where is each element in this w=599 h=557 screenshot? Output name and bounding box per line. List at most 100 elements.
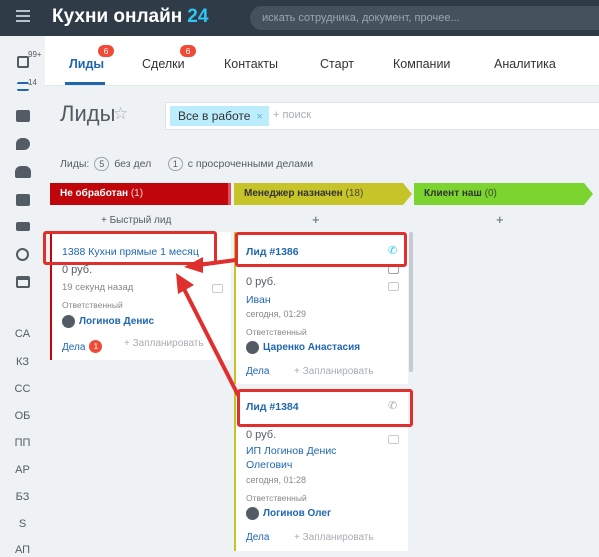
close-icon[interactable]: ×	[256, 111, 262, 123]
sidebar-item-s[interactable]: S	[0, 518, 45, 530]
column-count: (1)	[130, 188, 144, 199]
lead-time: сегодня, 01:28	[246, 475, 307, 485]
sidebar-item-tasks-list[interactable]	[0, 110, 45, 125]
tasks-icon	[15, 110, 30, 122]
tab-leads-badge: 6	[98, 45, 114, 57]
tab-leads[interactable]: Лиды	[69, 57, 104, 71]
deals-link[interactable]: Дела 1	[62, 340, 103, 353]
schedule-link[interactable]: + Запланировать	[294, 532, 374, 543]
sidebar-badge: 99+	[28, 50, 42, 59]
global-search-input[interactable]: искать сотрудника, документ, прочее...	[250, 6, 599, 30]
sidebar-item-cc[interactable]: CC	[0, 383, 45, 395]
group-icon	[14, 166, 31, 178]
schedule-link[interactable]: + Запланировать	[294, 366, 374, 377]
star-icon[interactable]: ☆	[113, 104, 128, 124]
sidebar-item-window[interactable]	[0, 276, 45, 291]
tab-analytics[interactable]: Аналитика	[494, 57, 556, 71]
window-icon	[15, 276, 30, 288]
add-card-button[interactable]: +	[496, 212, 504, 227]
comment-icon[interactable]	[388, 435, 399, 444]
drive-icon	[15, 222, 30, 231]
menu-icon[interactable]	[16, 10, 30, 22]
filter-search-box[interactable]: Все в работе × + поиск	[165, 102, 599, 130]
check-icon	[16, 56, 29, 68]
chat-icon	[15, 138, 30, 150]
column-count: (18)	[345, 188, 364, 199]
deals-link[interactable]: Дела	[246, 532, 269, 543]
deals-link[interactable]: Дела	[246, 366, 269, 377]
tab-deals[interactable]: Сделки	[142, 57, 185, 71]
contact-name[interactable]: Иван	[246, 294, 271, 306]
responsible-name[interactable]: Царенко Анастасия	[263, 342, 360, 353]
column-title: Менеджер назначен	[244, 188, 343, 199]
sidebar-item-group[interactable]	[0, 166, 45, 181]
column-scrollbar[interactable]	[409, 232, 413, 372]
tab-deals-badge: 6	[180, 45, 196, 57]
lead-time: 19 секунд назад	[62, 282, 134, 293]
tab-companies[interactable]: Компании	[393, 57, 450, 71]
responsible-label: Ответственный	[62, 300, 123, 310]
responsible-name[interactable]: Логинов Олег	[263, 508, 331, 519]
sidebar-item-pp[interactable]: ПП	[0, 437, 45, 449]
lead-time: сегодня, 01:29	[246, 309, 307, 319]
schedule-link[interactable]: + Запланировать	[124, 338, 204, 349]
column-title: Клиент наш	[424, 188, 482, 199]
sidebar-badge: 14	[28, 78, 37, 87]
logo-text: Кухни онлайн	[52, 6, 183, 27]
tab-contacts[interactable]: Контакты	[224, 57, 278, 71]
lead-amount: 0 руб.	[246, 276, 277, 288]
top-bar: Кухни онлайн 24 искать сотрудника, докуме…	[0, 0, 599, 36]
tab-start[interactable]: Старт	[320, 57, 354, 71]
lead-amount: 0 руб.	[62, 264, 93, 276]
comment-icon[interactable]	[212, 284, 223, 293]
deals-badge: 1	[89, 340, 103, 353]
sidebar-item-calendar[interactable]	[0, 194, 45, 209]
annotation-box-lead-1384	[237, 389, 413, 427]
deals-label: Дела	[62, 342, 86, 353]
lead-amount: 0 руб.	[246, 429, 277, 441]
overdue-text: с просроченными делами	[187, 158, 314, 170]
overdue-count[interactable]: 1	[167, 157, 183, 171]
portal-logo[interactable]: Кухни онлайн 24	[52, 6, 208, 28]
sidebar-item-bz[interactable]: БЗ	[0, 491, 45, 503]
filter-chip[interactable]: Все в работе ×	[170, 106, 269, 126]
sidebar-item-chat[interactable]	[0, 138, 45, 153]
sidebar-item-kz[interactable]: КЗ	[0, 356, 45, 368]
sidebar-item-tasks[interactable]: 99+	[0, 50, 45, 71]
responsible-label: Ответственный	[246, 493, 307, 503]
clock-icon	[16, 248, 29, 261]
avatar	[62, 315, 75, 328]
filter-icon	[16, 82, 29, 91]
leads-stats: Лиды: 5 без дел 1 с просроченными делами	[60, 157, 313, 171]
column-header-unprocessed[interactable]: Не обработан (1)	[50, 183, 231, 205]
column-header-our-client[interactable]: Клиент наш (0)	[414, 183, 593, 205]
sidebar-item-drive[interactable]	[0, 222, 45, 234]
comment-icon[interactable]	[388, 282, 399, 291]
without-deals-count[interactable]: 5	[94, 157, 110, 171]
annotation-box-lead-1388	[43, 231, 217, 265]
sidebar-item-ob[interactable]: ОБ	[0, 410, 45, 422]
add-card-button[interactable]: +	[312, 212, 320, 227]
responsible-name[interactable]: Логинов Денис	[79, 316, 154, 327]
sidebar-item-ca[interactable]: CA	[0, 328, 45, 340]
sidebar-item-ap[interactable]: AP	[0, 464, 45, 476]
filter-chip-label: Все в работе	[178, 109, 251, 123]
contact-name-line1[interactable]: ИП Логинов Денис	[246, 445, 336, 457]
active-tab-underline	[65, 82, 105, 85]
avatar	[246, 341, 259, 354]
search-input[interactable]: + поиск	[273, 109, 311, 121]
sidebar-item-time[interactable]	[0, 248, 45, 264]
sidebar-item-crm[interactable]: 14	[0, 78, 45, 94]
crm-tabs: Лиды 6 Сделки 6 Контакты Старт Компании …	[45, 36, 599, 86]
calendar-icon	[15, 194, 30, 206]
sidebar-item-ap2[interactable]: АП	[0, 544, 45, 556]
avatar	[246, 507, 259, 520]
left-sidebar: 99+ 14 CA КЗ CC ОБ ПП AP БЗ S АП	[0, 36, 45, 557]
contact-name-line2[interactable]: Олегович	[246, 459, 292, 471]
column-header-manager-assigned[interactable]: Менеджер назначен (18)	[234, 183, 412, 205]
column-title: Не обработан	[60, 188, 129, 199]
quick-lead-button[interactable]: + Быстрый лид	[101, 215, 171, 226]
page-title: Лиды	[60, 101, 116, 126]
without-deals-text: без дел	[114, 158, 152, 170]
stats-label: Лиды:	[60, 158, 90, 170]
